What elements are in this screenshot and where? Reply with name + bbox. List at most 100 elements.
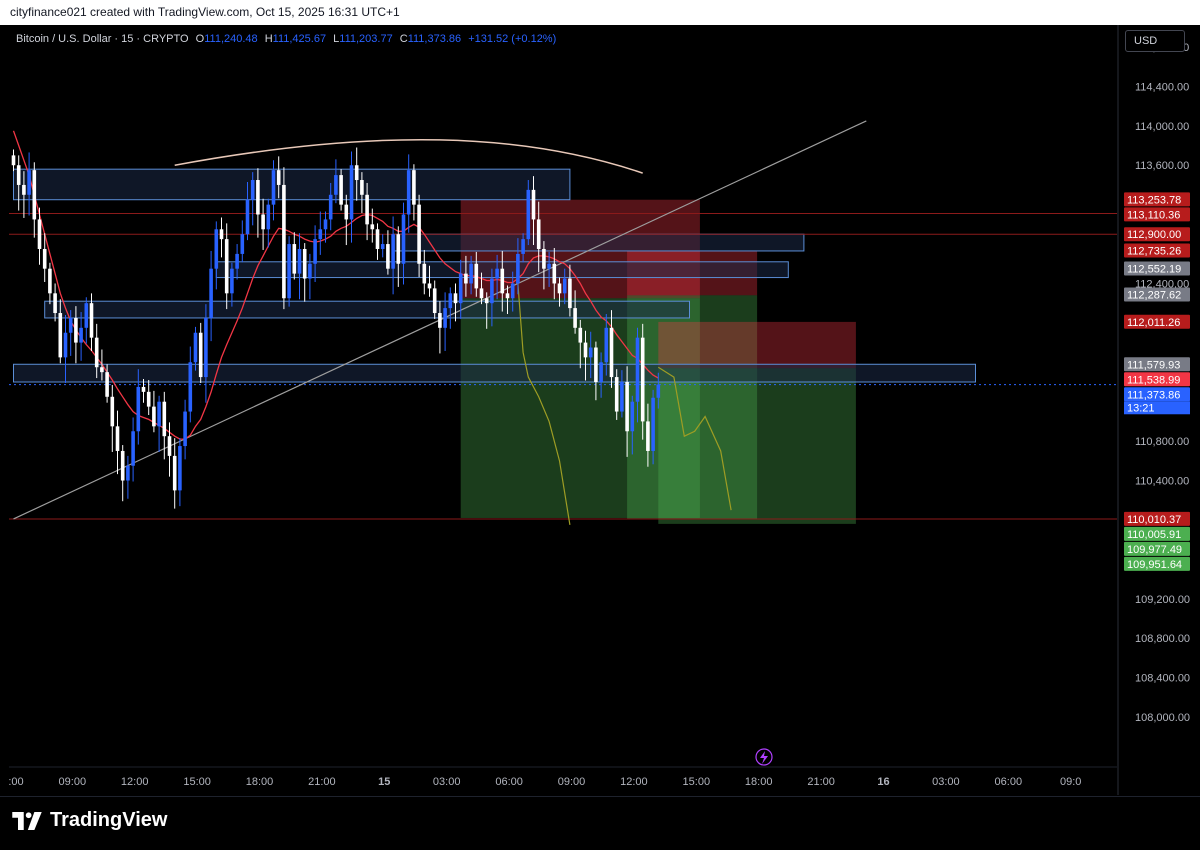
y-tick-label: 110,400.00 bbox=[1135, 476, 1189, 488]
candle-body bbox=[37, 219, 42, 249]
candle-body bbox=[458, 273, 463, 304]
candle-body bbox=[224, 239, 229, 294]
candle-body bbox=[100, 367, 104, 373]
price-label-text: 112,287.62 bbox=[1127, 290, 1181, 302]
candle-body bbox=[542, 248, 546, 269]
candle-body bbox=[94, 337, 99, 368]
price-zone bbox=[13, 363, 976, 383]
candle-body bbox=[646, 421, 650, 451]
candle-body bbox=[22, 184, 26, 195]
candle-body bbox=[583, 342, 588, 358]
candle-body bbox=[334, 175, 338, 195]
candle-body bbox=[292, 244, 297, 274]
brand-name: TradingView bbox=[50, 809, 168, 831]
candle-body bbox=[417, 204, 421, 264]
candle-body bbox=[562, 278, 567, 294]
candle-body bbox=[370, 224, 375, 230]
candle-body bbox=[131, 431, 135, 466]
candle-body bbox=[401, 214, 406, 264]
candle-body bbox=[427, 283, 432, 289]
candle-body bbox=[604, 327, 609, 363]
candle-body bbox=[287, 244, 291, 299]
close-label: C bbox=[399, 33, 408, 45]
candle-body bbox=[110, 396, 115, 427]
candle-body bbox=[568, 278, 572, 309]
symbol-name: Bitcoin / U.S. Dollar · 15 · CRYPTO bbox=[16, 33, 189, 45]
x-tick-label: 12:00 bbox=[121, 776, 149, 788]
candle-body bbox=[344, 204, 349, 220]
candle-body bbox=[126, 465, 130, 481]
tradingview-logo-icon bbox=[12, 811, 42, 830]
candle-body bbox=[313, 239, 317, 264]
candle-body bbox=[302, 248, 307, 279]
candle-body bbox=[172, 455, 177, 491]
chart-area[interactable]: 114,800.00114,400.00114,000.00113,600.00… bbox=[9, 25, 1199, 795]
price-label-text: 110,005.91 bbox=[1127, 529, 1181, 541]
candle-body bbox=[105, 372, 109, 397]
candle-body bbox=[308, 263, 312, 279]
footer-bar: TradingView bbox=[0, 796, 1200, 850]
candle-body bbox=[74, 317, 78, 343]
candle-body bbox=[188, 362, 193, 412]
y-tick-label: 114,400.00 bbox=[1135, 81, 1189, 93]
x-tick-label: 06:00 bbox=[9, 776, 24, 788]
candle-body bbox=[282, 184, 286, 299]
header-text: cityfinance021 created with TradingView.… bbox=[10, 5, 400, 19]
candle-body bbox=[256, 180, 260, 215]
candle-body bbox=[448, 293, 453, 309]
tradingview-logo[interactable]: TradingView bbox=[12, 809, 167, 832]
x-tick-label: 15:00 bbox=[683, 776, 711, 788]
price-label-text: 113,253.78 bbox=[1127, 194, 1181, 206]
y-tick-label: 108,400.00 bbox=[1135, 673, 1190, 685]
candle-body bbox=[58, 313, 63, 358]
currency-button[interactable]: USD bbox=[1125, 30, 1185, 52]
price-label-text: 111,538.99 bbox=[1127, 374, 1180, 386]
candle-body bbox=[152, 406, 156, 427]
lightning-bolt-icon bbox=[760, 751, 768, 764]
change-value: +131.52 (+0.12%) bbox=[468, 33, 557, 45]
candle-body bbox=[261, 214, 265, 230]
candle-body bbox=[500, 268, 505, 294]
price-label-text: 111,373.86 bbox=[1127, 389, 1180, 401]
candle-body bbox=[505, 293, 510, 299]
price-label-text: 109,977.49 bbox=[1127, 544, 1182, 556]
candle-body bbox=[349, 165, 354, 220]
candle-body bbox=[339, 175, 343, 205]
candle-body bbox=[635, 337, 640, 402]
candle-body bbox=[526, 189, 531, 240]
short-position-target-zone bbox=[658, 368, 856, 524]
x-tick-label: 15 bbox=[378, 776, 390, 788]
x-tick-label: 09:00 bbox=[59, 776, 87, 788]
candle-body bbox=[323, 219, 328, 230]
x-tick-label: 03:00 bbox=[932, 776, 960, 788]
symbol-legend: Bitcoin / U.S. Dollar · 15 · CRYPTO O111… bbox=[16, 33, 556, 45]
candle-body bbox=[557, 283, 562, 294]
candle-body bbox=[136, 386, 141, 432]
candle-body bbox=[594, 347, 598, 382]
candle-body bbox=[53, 293, 57, 314]
x-tick-label: 03:00 bbox=[433, 776, 461, 788]
candle-body bbox=[391, 234, 395, 269]
candle-body bbox=[146, 391, 151, 407]
candlestick-chart[interactable]: 114,800.00114,400.00114,000.00113,600.00… bbox=[9, 25, 1199, 795]
low-value: 111,203.77 bbox=[339, 33, 393, 45]
price-label-text: 112,900.00 bbox=[1127, 229, 1181, 241]
candle-body bbox=[162, 401, 167, 437]
price-label-text: 109,951.64 bbox=[1127, 559, 1182, 571]
y-tick-label: 113,600.00 bbox=[1135, 160, 1189, 172]
candle-body bbox=[11, 155, 16, 166]
candle-body bbox=[484, 298, 489, 304]
candle-body bbox=[510, 283, 515, 299]
x-tick-label: 18:00 bbox=[246, 776, 274, 788]
y-tick-label: 109,200.00 bbox=[1135, 594, 1190, 606]
candle-body bbox=[547, 263, 551, 269]
candle-body bbox=[27, 170, 31, 195]
candle-body bbox=[157, 401, 161, 427]
candle-body bbox=[443, 308, 447, 328]
candle-body bbox=[375, 229, 380, 249]
candle-body bbox=[640, 337, 645, 422]
candle-body bbox=[68, 317, 73, 333]
candle-body bbox=[365, 194, 369, 225]
candle-body bbox=[588, 347, 593, 358]
close-value: 111,373.86 bbox=[407, 33, 462, 45]
